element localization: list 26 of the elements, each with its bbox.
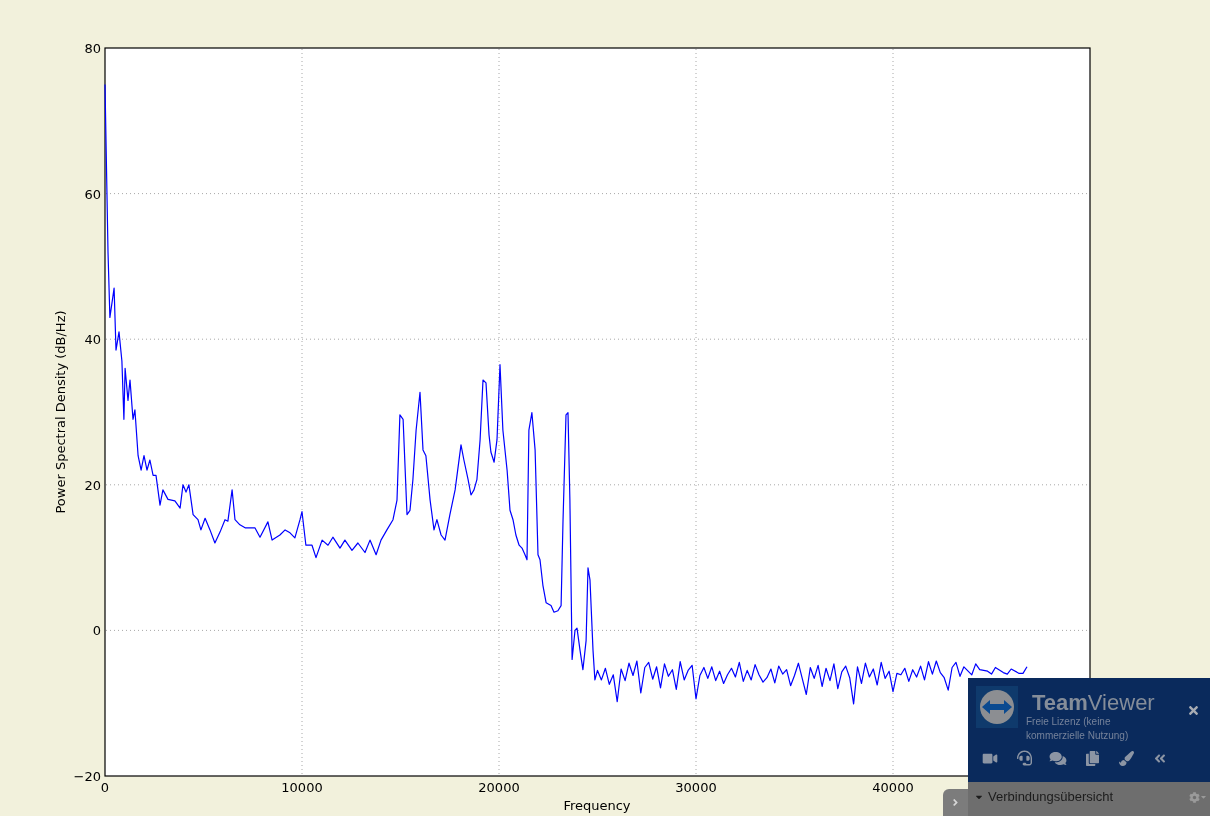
section-header-button[interactable]: Verbindungsübersicht [975,789,1114,805]
app-title: TeamViewer [1032,691,1155,715]
x-tick-label: 30000 [675,780,717,795]
x-tick-label: 0 [100,780,110,795]
y-tick-label: 80 [84,41,101,56]
y-tick-label: 0 [92,623,101,639]
x-tick-label: 40000 [872,780,914,795]
chevron-right-icon [952,797,959,808]
y-tick-label: 60 [84,186,101,202]
copy-icon [1085,750,1099,766]
chat-bubbles-icon [1049,750,1067,766]
logo-icon [976,686,1018,728]
video-camera-icon [981,751,999,765]
y-axis-label: Power Spectral Density (dB/Hz) [53,310,68,514]
close-icon [1186,703,1200,717]
license-note: Freie Lizenz (keine kommerzielle Nutzung) [1026,715,1130,743]
caret-icon [1201,793,1206,801]
headset-icon [1016,750,1032,766]
x-tick-label: 20000 [478,780,520,795]
y-tick-label: 20 [84,477,101,493]
x-tick-label: 10000 [281,780,323,795]
x-axis-label: Frequency [563,798,631,813]
y-tick-label: 40 [84,332,101,348]
paint-brush-icon [1118,750,1134,766]
y-tick-label: −20 [73,769,101,784]
settings-icon [1189,791,1200,803]
